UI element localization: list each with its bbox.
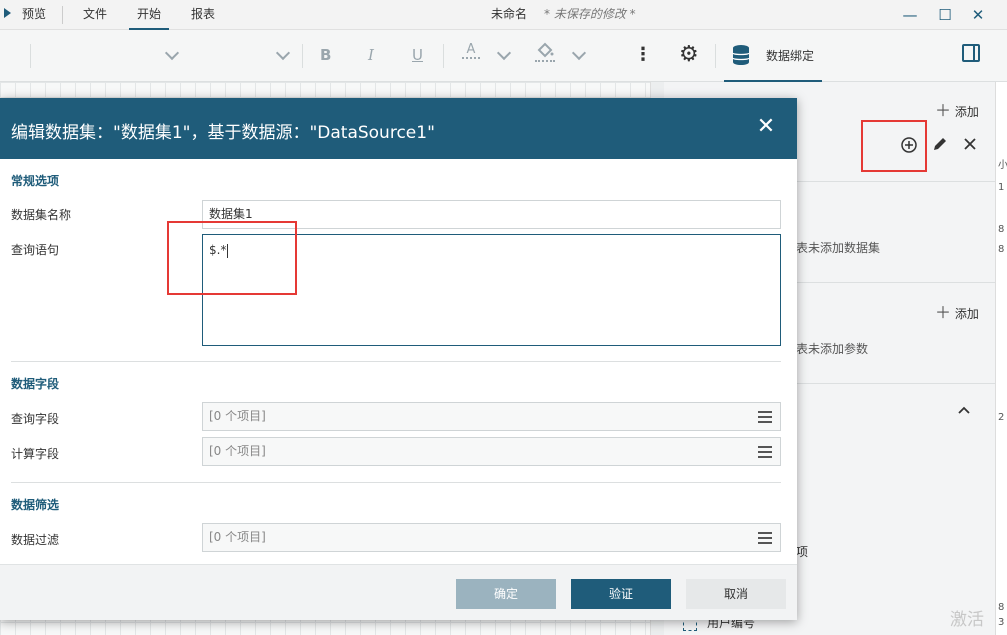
data-filter-label: 数据过滤: [11, 533, 60, 547]
dialog-header: 编辑数据集："数据集1"，基于数据源："DataSource1" ✕: [0, 98, 797, 159]
highlight-box: [861, 120, 927, 172]
font-color-button[interactable]: A: [462, 42, 480, 59]
chevron-down-icon[interactable]: [164, 45, 180, 61]
list-menu-icon[interactable]: [758, 532, 772, 544]
close-window-button[interactable]: ✕: [968, 5, 988, 25]
query-fields-input[interactable]: [0 个项目]: [202, 402, 781, 431]
activation-watermark: 激活: [950, 610, 984, 630]
section-general: 常规选项: [11, 174, 60, 188]
section-fields: 数据字段: [11, 377, 60, 391]
data-filter-input[interactable]: [0 个项目]: [202, 523, 781, 552]
data-binding-label: 数据绑定: [766, 49, 815, 63]
chevron-up-icon[interactable]: [954, 400, 974, 420]
add-dataset-button[interactable]: ＋ 添加: [935, 97, 979, 121]
italic-button[interactable]: I: [368, 46, 374, 64]
edit-dataset-dialog: 编辑数据集："数据集1"，基于数据源："DataSource1" ✕ 常规选项 …: [0, 98, 797, 620]
cancel-button[interactable]: 取消: [686, 579, 786, 609]
title-bar: 预览 文件 开始 报表 未命名 * 未保存的修改 * — ☐ ✕: [0, 0, 1007, 30]
field-item-label: 项: [796, 545, 809, 559]
preview-menu[interactable]: 预览: [22, 0, 46, 30]
underline-button[interactable]: U: [412, 46, 423, 64]
toolbar-separator: [302, 44, 303, 68]
add-parameter-button[interactable]: ＋ 添加: [935, 299, 979, 323]
minimize-button[interactable]: —: [900, 5, 920, 25]
no-dataset-text: 表未添加数据集: [796, 241, 881, 255]
file-menu[interactable]: 文件: [83, 0, 107, 30]
query-fields-label: 查询字段: [11, 412, 60, 426]
calc-fields-input[interactable]: [0 个项目]: [202, 437, 781, 466]
maximize-button[interactable]: ☐: [935, 5, 955, 25]
home-tab[interactable]: 开始: [129, 0, 169, 30]
edit-pencil-icon[interactable]: [930, 136, 950, 156]
plus-icon: ＋: [935, 101, 952, 120]
close-icon[interactable]: ✕: [754, 115, 778, 139]
document-title: 未命名: [491, 7, 528, 21]
query-label: 查询语句: [11, 243, 60, 257]
delete-x-icon[interactable]: [960, 136, 980, 156]
unsaved-indicator: * 未保存的修改 *: [544, 7, 636, 21]
dialog-title: 编辑数据集："数据集1"，基于数据源："DataSource1": [11, 123, 435, 143]
chevron-down-icon[interactable]: [275, 45, 291, 61]
database-icon: [732, 45, 750, 65]
dialog-footer: 确定 验证 取消: [0, 564, 797, 620]
toolbar: B I U A ⋮ ⚙: [0, 30, 1007, 82]
more-options-icon[interactable]: ⋮: [634, 44, 652, 65]
fill-color-icon[interactable]: [535, 42, 555, 62]
settings-gear-icon[interactable]: ⚙: [679, 42, 699, 67]
toolbar-separator: [715, 44, 716, 68]
section-divider: [11, 482, 781, 483]
list-menu-icon[interactable]: [758, 446, 772, 458]
plus-icon: ＋: [935, 303, 952, 322]
menu-separator: [62, 6, 63, 24]
section-filter: 数据筛选: [11, 498, 60, 512]
play-icon[interactable]: [4, 8, 11, 18]
report-menu[interactable]: 报表: [191, 0, 215, 30]
dataset-name-label: 数据集名称: [11, 208, 72, 222]
side-panel-strip: 小 1 8 8 2 8 3: [995, 82, 1007, 635]
calc-fields-label: 计算字段: [11, 447, 60, 461]
toggle-panel-icon[interactable]: [962, 44, 980, 62]
ok-button[interactable]: 确定: [456, 579, 556, 609]
list-menu-icon[interactable]: [758, 411, 772, 423]
chevron-down-icon[interactable]: [496, 45, 512, 61]
section-divider: [11, 361, 781, 362]
no-parameter-text: 表未添加参数: [796, 342, 869, 356]
highlight-box: [167, 221, 297, 295]
toolbar-separator: [443, 44, 444, 68]
chevron-down-icon[interactable]: [571, 45, 587, 61]
verify-button[interactable]: 验证: [571, 579, 671, 609]
toolbar-separator: [30, 44, 31, 68]
bold-button[interactable]: B: [320, 46, 331, 64]
